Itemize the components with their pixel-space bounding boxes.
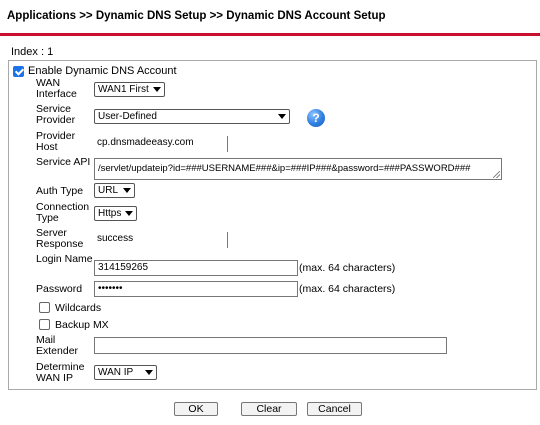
login-name-hint: (max. 64 characters)	[299, 262, 396, 274]
enable-dns-label: Enable Dynamic DNS Account	[28, 65, 177, 77]
password-input[interactable]: •••••••	[94, 281, 298, 297]
determine-wan-ip-label: Determine WAN IP	[36, 361, 85, 384]
wan-interface-value: WAN1 First	[98, 84, 149, 95]
cancel-button[interactable]: Cancel	[307, 402, 362, 416]
auth-type-value: URL	[98, 185, 119, 196]
password-label: Password	[36, 283, 83, 295]
auth-type-select[interactable]: URL	[94, 183, 135, 198]
login-name-input[interactable]: 314159265	[94, 260, 298, 276]
login-name-value: 314159265	[98, 262, 149, 273]
chevron-down-icon	[125, 211, 133, 216]
auth-type-label: Auth Type	[36, 185, 84, 197]
backup-mx-checkbox[interactable]	[39, 319, 50, 330]
chevron-down-icon	[278, 114, 286, 119]
service-api-label: Service API	[36, 156, 91, 168]
login-name-label: Login Name	[36, 253, 93, 265]
provider-host-label: Provider Host	[36, 130, 76, 153]
index-label: Index : 1	[11, 46, 54, 58]
service-provider-select[interactable]: User-Defined	[94, 109, 290, 124]
backup-mx-label: Backup MX	[55, 319, 109, 331]
server-response-field[interactable]: success	[94, 232, 228, 248]
password-value: •••••••	[98, 283, 123, 294]
connection-type-value: Https	[98, 208, 122, 219]
server-response-value: success	[97, 233, 134, 244]
provider-host-value: cp.dnsmadeeasy.com	[97, 137, 194, 148]
resize-grip-icon[interactable]	[493, 171, 500, 178]
clear-button[interactable]: Clear	[241, 402, 297, 416]
ok-button[interactable]: OK	[174, 402, 218, 416]
chevron-down-icon	[153, 87, 161, 92]
settings-frame: Enable Dynamic DNS Account WAN Interface…	[8, 60, 537, 390]
determine-wan-ip-value: WAN IP	[98, 367, 134, 378]
provider-host-field[interactable]: cp.dnsmadeeasy.com	[94, 136, 228, 152]
service-api-value: /servlet/updateip?id=###USERNAME###&ip=#…	[98, 163, 471, 174]
chevron-down-icon	[145, 370, 153, 375]
header-divider	[0, 33, 540, 36]
chevron-down-icon	[123, 188, 131, 193]
mail-extender-label: Mail Extender	[36, 334, 79, 357]
wildcards-checkbox[interactable]	[39, 302, 50, 313]
mail-extender-input[interactable]	[94, 337, 447, 354]
determine-wan-ip-select[interactable]: WAN IP	[94, 365, 157, 380]
wan-interface-label: WAN Interface	[36, 77, 77, 100]
password-hint: (max. 64 characters)	[299, 283, 396, 295]
service-provider-value: User-Defined	[98, 111, 157, 122]
breadcrumb: Applications >> Dynamic DNS Setup >> Dyn…	[7, 10, 386, 22]
enable-dns-checkbox[interactable]	[13, 66, 24, 77]
server-response-label: Server Response	[36, 227, 84, 250]
connection-type-label: Connection Type	[36, 201, 90, 224]
connection-type-select[interactable]: Https	[94, 206, 137, 221]
wildcards-label: Wildcards	[55, 302, 102, 314]
service-provider-label: Service Provider	[36, 103, 76, 126]
service-api-field[interactable]: /servlet/updateip?id=###USERNAME###&ip=#…	[94, 158, 502, 180]
wan-interface-select[interactable]: WAN1 First	[94, 82, 165, 97]
help-icon[interactable]: ?	[307, 109, 325, 127]
